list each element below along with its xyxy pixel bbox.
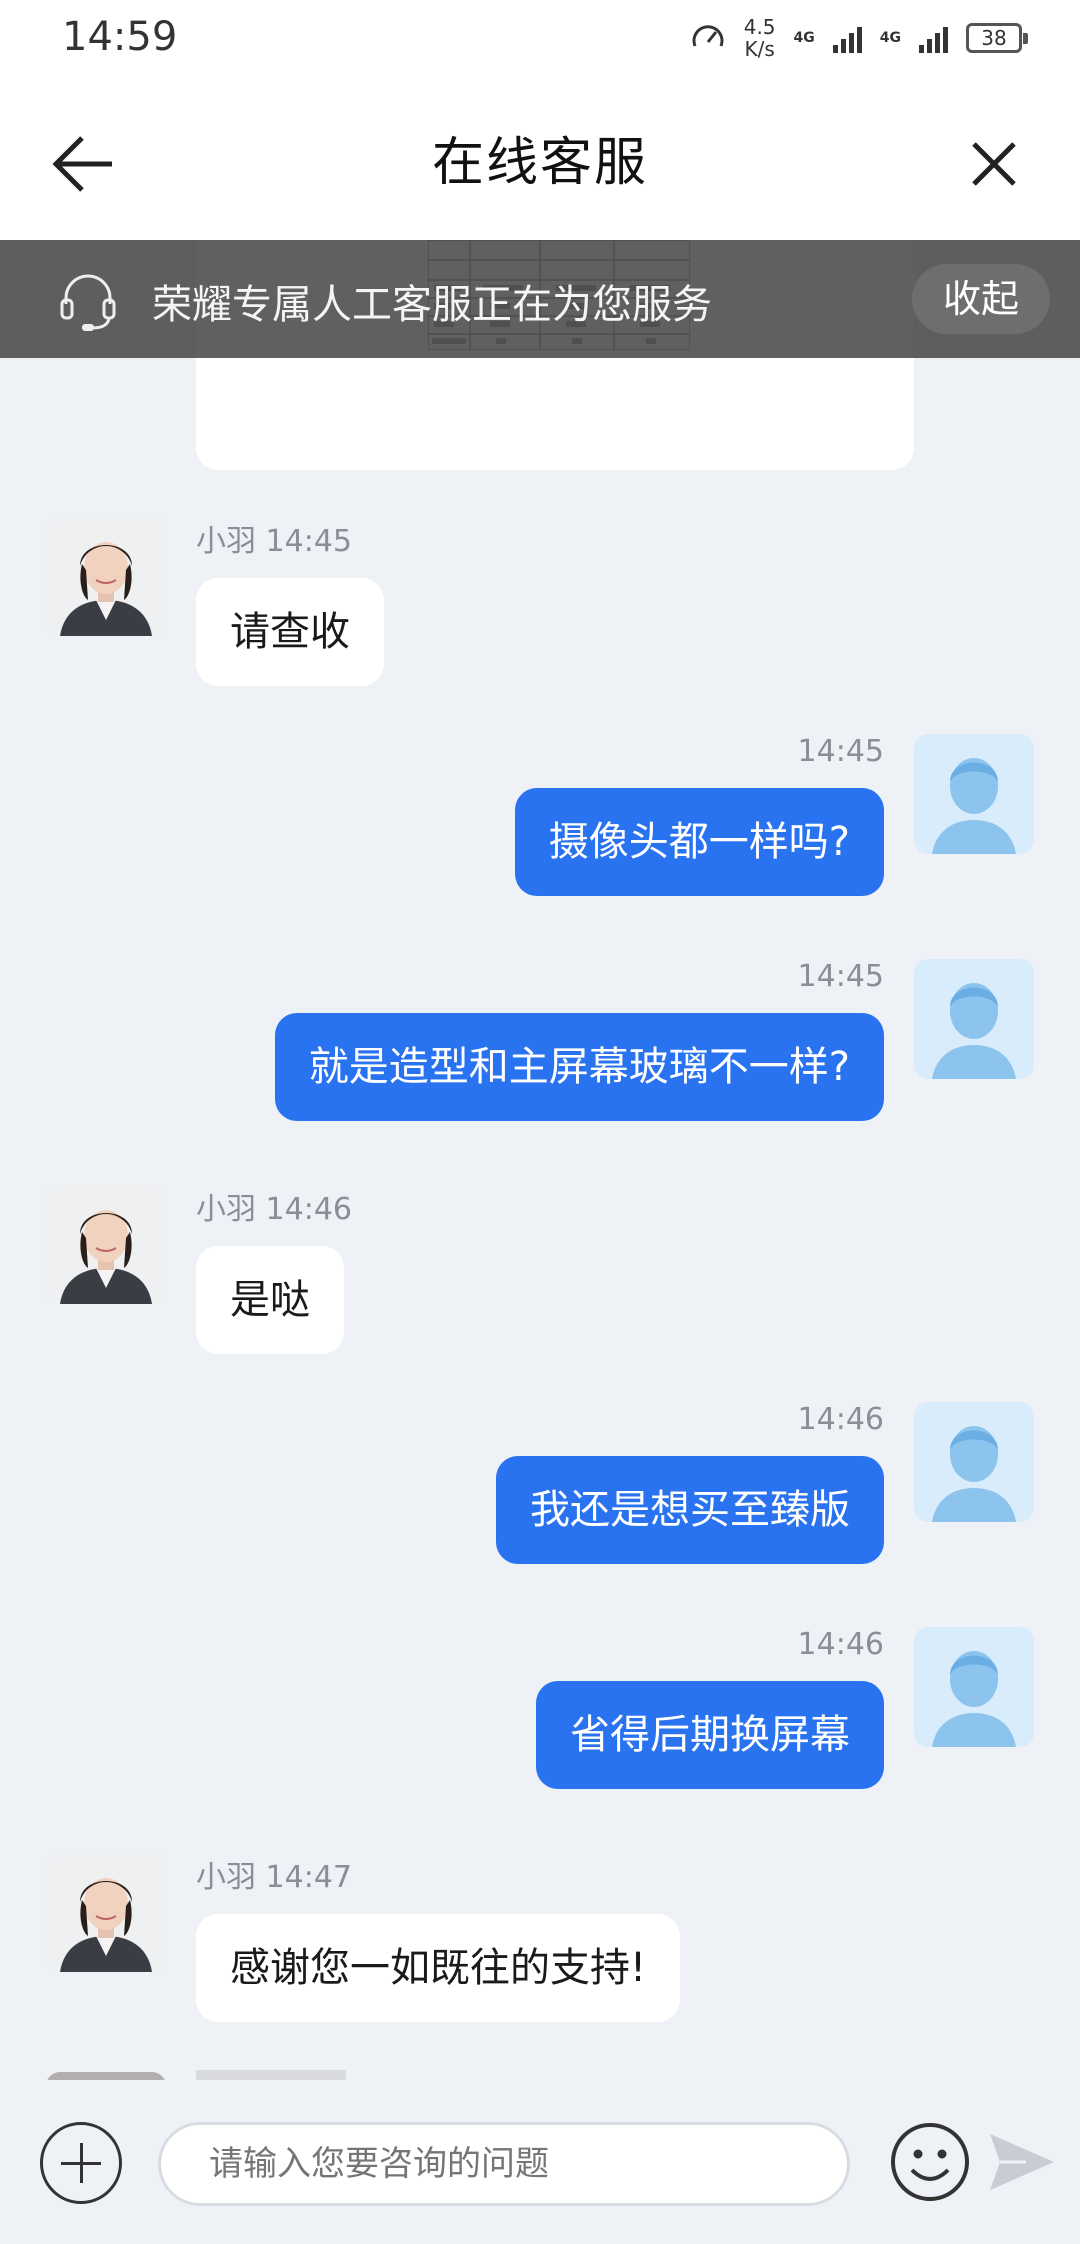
- signal-bars-1-icon: [832, 23, 862, 53]
- user-avatar[interactable]: [914, 734, 1034, 854]
- message-bubble[interactable]: 是哒: [196, 1246, 344, 1354]
- network-speed: 4.5 K/s: [743, 15, 776, 61]
- service-notice-banner: 荣耀专属人工客服正在为您服务 收起: [0, 240, 1080, 358]
- status-icons: 4.5 K/s 4G 4G 38: [690, 14, 1028, 62]
- message-bubble[interactable]: 我还是想买至臻版: [496, 1456, 884, 1564]
- network-type-2: 4G: [879, 30, 901, 46]
- add-attachment-button[interactable]: [40, 2122, 122, 2204]
- user-avatar[interactable]: [914, 1402, 1034, 1522]
- user-avatar[interactable]: [914, 959, 1034, 1079]
- close-icon[interactable]: [954, 124, 1034, 204]
- agent-avatar[interactable]: [46, 516, 166, 636]
- agent-avatar[interactable]: [46, 1852, 166, 1972]
- user-avatar[interactable]: [914, 1627, 1034, 1747]
- message-bubble[interactable]: 请查收: [196, 578, 384, 686]
- status-time: 14:59: [62, 14, 178, 60]
- status-bar: 14:59 4.5 K/s 4G 4G 38: [0, 0, 1080, 78]
- message-bubble[interactable]: 省得后期换屏幕: [536, 1681, 884, 1789]
- message-time: 14:46: [797, 1402, 884, 1437]
- message-meta: 小羽 14:47: [196, 1860, 353, 1895]
- emoji-icon[interactable]: [888, 2120, 972, 2204]
- message-time: 14:45: [797, 734, 884, 769]
- message-time: 14:46: [797, 1627, 884, 1662]
- partial-agent-avatar: [46, 2072, 166, 2080]
- message-meta: 小羽 14:45: [196, 524, 353, 559]
- message-time: 14:45: [797, 959, 884, 994]
- chat-list[interactable]: 小羽 14:45 请查收 14:45 摄像头都一样吗? 14:45 就是造型和主: [0, 240, 1080, 2080]
- page-title: 在线客服: [431, 133, 648, 193]
- send-icon[interactable]: [986, 2126, 1058, 2198]
- notice-text: 荣耀专属人工客服正在为您服务: [152, 282, 712, 328]
- signal-bars-2-icon: [919, 23, 948, 53]
- partial-message-meta: [196, 2070, 346, 2080]
- message-bubble[interactable]: 感谢您一如既往的支持!: [196, 1914, 681, 2022]
- speedometer-icon: [692, 25, 724, 47]
- battery-icon: 38: [966, 23, 1028, 53]
- collapse-button[interactable]: 收起: [912, 264, 1050, 334]
- message-bubble[interactable]: 摄像头都一样吗?: [514, 788, 884, 896]
- app-bar: 在线客服: [0, 78, 1080, 240]
- message-bubble[interactable]: 就是造型和主屏幕玻璃不一样?: [274, 1013, 884, 1121]
- network-type-1: 4G: [793, 30, 815, 46]
- headset-icon: [60, 274, 116, 331]
- agent-avatar[interactable]: [46, 1184, 166, 1304]
- message-input[interactable]: [158, 2122, 850, 2206]
- input-bar: [0, 2080, 1080, 2244]
- message-meta: 小羽 14:46: [196, 1192, 353, 1227]
